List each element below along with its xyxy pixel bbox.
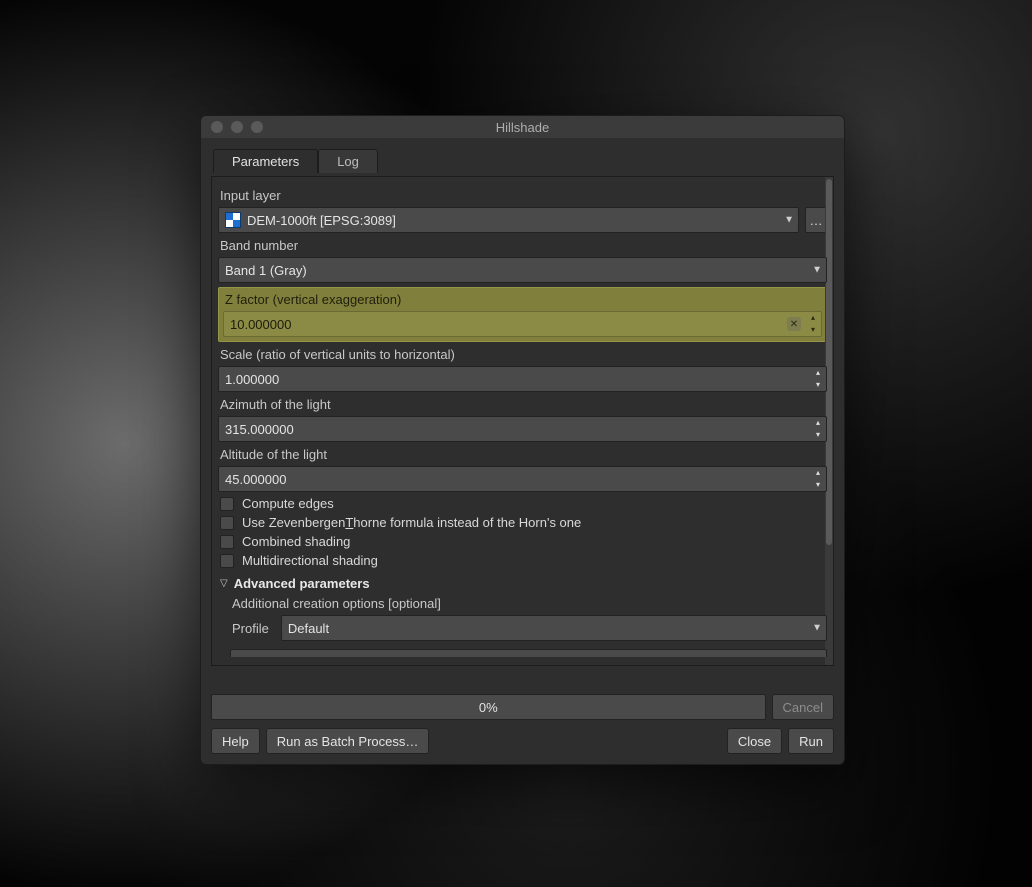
advanced-parameters-label: Advanced parameters xyxy=(234,576,370,591)
tab-log[interactable]: Log xyxy=(318,149,378,173)
z-factor-group: Z factor (vertical exaggeration) 10.0000… xyxy=(218,287,827,342)
checkbox-icon xyxy=(220,535,234,549)
profile-select[interactable]: Default ▼ xyxy=(281,615,827,641)
button-row: Help Run as Batch Process… Close Run xyxy=(211,728,834,754)
scale-input[interactable]: 1.000000 ▴▾ xyxy=(218,366,827,392)
multidirectional-shading-label: Multidirectional shading xyxy=(242,553,378,568)
multidirectional-shading-checkbox[interactable]: Multidirectional shading xyxy=(220,553,827,568)
advanced-parameters-toggle[interactable]: ▽ Advanced parameters xyxy=(220,576,827,591)
chevron-down-icon: ▼ xyxy=(812,623,822,634)
zevenbergen-thorne-checkbox[interactable]: Use ZevenbergenThorne formula instead of… xyxy=(220,515,827,530)
z-factor-input[interactable]: 10.000000 ✕ ▴▾ xyxy=(223,311,822,337)
window-title: Hillshade xyxy=(201,120,844,135)
progress-text: 0% xyxy=(479,700,498,715)
altitude-value: 45.000000 xyxy=(225,472,286,487)
tab-parameters[interactable]: Parameters xyxy=(213,149,318,173)
label-band-number: Band number xyxy=(220,238,827,253)
label-altitude: Altitude of the light xyxy=(220,447,827,462)
azimuth-input[interactable]: 315.000000 ▴▾ xyxy=(218,416,827,442)
run-batch-button[interactable]: Run as Batch Process… xyxy=(266,728,430,754)
spin-buttons[interactable]: ▴▾ xyxy=(807,314,819,334)
compute-edges-label: Compute edges xyxy=(242,496,334,511)
checkbox-icon xyxy=(220,516,234,530)
checkbox-icon xyxy=(220,497,234,511)
disclosure-triangle-icon: ▽ xyxy=(220,578,228,589)
azimuth-value: 315.000000 xyxy=(225,422,294,437)
label-scale: Scale (ratio of vertical units to horizo… xyxy=(220,347,827,362)
run-button[interactable]: Run xyxy=(788,728,834,754)
band-number-value: Band 1 (Gray) xyxy=(225,263,307,278)
profile-value: Default xyxy=(288,621,329,636)
progress-bar: 0% xyxy=(211,694,766,720)
zevenbergen-thorne-label: Use ZevenbergenThorne formula instead of… xyxy=(242,515,581,530)
compute-edges-checkbox[interactable]: Compute edges xyxy=(220,496,827,511)
tab-bar: Parameters Log xyxy=(211,148,834,172)
label-profile: Profile xyxy=(232,621,269,636)
chevron-down-icon: ▼ xyxy=(812,265,822,276)
raster-layer-icon xyxy=(225,212,241,228)
scale-value: 1.000000 xyxy=(225,372,279,387)
spin-buttons[interactable]: ▴▾ xyxy=(812,369,824,389)
altitude-input[interactable]: 45.000000 ▴▾ xyxy=(218,466,827,492)
titlebar[interactable]: Hillshade xyxy=(201,116,844,138)
spin-buttons[interactable]: ▴▾ xyxy=(812,419,824,439)
z-factor-value: 10.000000 xyxy=(230,317,291,332)
input-layer-browse-button[interactable]: … xyxy=(805,207,827,233)
label-additional-options: Additional creation options [optional] xyxy=(232,596,827,611)
combined-shading-checkbox[interactable]: Combined shading xyxy=(220,534,827,549)
checkbox-icon xyxy=(220,554,234,568)
label-z-factor: Z factor (vertical exaggeration) xyxy=(225,292,822,307)
chevron-down-icon: ▼ xyxy=(784,215,794,226)
combined-shading-label: Combined shading xyxy=(242,534,350,549)
clear-icon[interactable]: ✕ xyxy=(787,317,801,331)
hillshade-dialog: Hillshade Parameters Log Input layer DEM… xyxy=(200,115,845,765)
cancel-button[interactable]: Cancel xyxy=(772,694,834,720)
input-layer-select[interactable]: DEM-1000ft [EPSG:3089] ▼ xyxy=(218,207,799,233)
spin-buttons[interactable]: ▴▾ xyxy=(812,469,824,489)
label-azimuth: Azimuth of the light xyxy=(220,397,827,412)
band-number-select[interactable]: Band 1 (Gray) ▼ xyxy=(218,257,827,283)
progress-row: 0% Cancel xyxy=(211,694,834,720)
input-layer-value: DEM-1000ft [EPSG:3089] xyxy=(247,213,396,228)
advanced-section: Additional creation options [optional] P… xyxy=(230,596,827,657)
help-button[interactable]: Help xyxy=(211,728,260,754)
dialog-body: Parameters Log Input layer DEM-1000ft [E… xyxy=(201,138,844,764)
label-input-layer: Input layer xyxy=(220,188,827,203)
table-stub xyxy=(230,649,827,657)
close-button[interactable]: Close xyxy=(727,728,782,754)
parameters-pane: Input layer DEM-1000ft [EPSG:3089] ▼ … B… xyxy=(211,176,834,666)
